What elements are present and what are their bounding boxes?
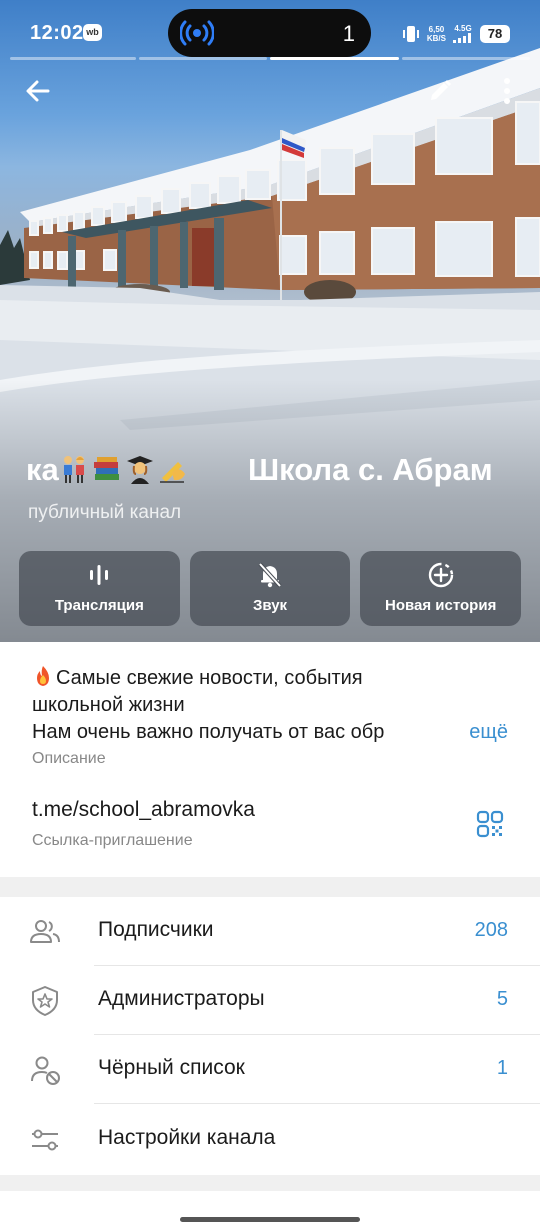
admins-count: 5 — [496, 988, 508, 1010]
channel-actions: Трансляция Звук Новая история — [19, 551, 522, 626]
subscribers-count: 208 — [474, 919, 508, 941]
channel-title-tail: ка — [26, 452, 191, 488]
live-stream-icon — [90, 565, 109, 585]
status-icons: 6,50 KB/S 4.5G 78 — [402, 22, 510, 46]
description-line-1: Самые свежие новости, события — [56, 667, 363, 689]
settings-sliders-icon — [32, 1129, 58, 1151]
channel-title-start: Школа с. Абрам — [248, 452, 493, 487]
list-item-subscribers[interactable]: Подписчики 208 — [0, 897, 540, 966]
home-indicator[interactable] — [180, 1217, 360, 1222]
description-line-3: Нам очень важно получать от вас обр — [32, 721, 385, 743]
back-button[interactable] — [16, 69, 60, 113]
blacklist-count: 1 — [496, 1057, 508, 1079]
vibrate-icon — [402, 26, 419, 42]
app-badge-icon: wb — [83, 24, 102, 41]
story-progress-segment-active — [270, 57, 399, 60]
live-stream-button[interactable]: Трансляция — [19, 551, 180, 626]
channel-profile-screen: 12:02 wb 1 6,50 KB/S 4.5G 78 ка Школа с.… — [0, 0, 540, 1230]
description-line-2: школьной жизни — [32, 694, 185, 716]
new-story-button[interactable]: Новая история — [360, 551, 522, 626]
clock: 12:02 — [30, 22, 84, 44]
sound-label: Звук — [252, 597, 288, 614]
list-item-channel-settings[interactable]: Настройки канала — [0, 1105, 540, 1174]
broadcast-icon — [180, 20, 214, 46]
text-fade — [418, 719, 454, 746]
bell-off-icon — [258, 562, 282, 588]
next-section-card — [0, 1191, 540, 1230]
description-caption: Описание — [32, 750, 106, 767]
more-vertical-icon — [504, 78, 510, 104]
writing-hand-icon — [159, 462, 185, 483]
live-stream-label: Трансляция — [54, 597, 144, 614]
channel-title: ка Школа с. Абрам — [0, 448, 540, 498]
admin-shield-icon — [32, 986, 58, 1016]
net-speed: 6,50 KB/S — [426, 25, 446, 43]
blocked-user-icon — [31, 1056, 60, 1085]
graduate-icon — [126, 456, 153, 484]
story-progress-segment — [10, 57, 136, 60]
more-menu-button[interactable] — [485, 69, 529, 113]
channel-info-card: Самые свежие новости, события школьной ж… — [0, 642, 540, 877]
books-icon — [93, 457, 119, 480]
island-count: 1 — [342, 21, 355, 46]
invite-link-caption: Ссылка-приглашение — [32, 832, 193, 849]
channel-type: публичный канал — [28, 502, 182, 523]
admins-label: Администраторы — [98, 987, 265, 1010]
network-signal: 4.5G — [453, 24, 473, 45]
subscribers-icon — [30, 920, 60, 943]
channel-settings-label: Настройки канала — [98, 1126, 276, 1149]
battery-icon: 78 — [480, 25, 510, 43]
subscribers-label: Подписчики — [98, 918, 214, 941]
invite-link[interactable]: t.me/school_abramovka — [32, 798, 255, 822]
channel-description[interactable]: Самые свежие новости, события школьной ж… — [32, 665, 512, 746]
dynamic-island[interactable]: 1 — [168, 9, 371, 57]
list-item-admins[interactable]: Администраторы 5 — [0, 966, 540, 1035]
fire-icon — [37, 666, 49, 686]
signal-icon — [453, 32, 471, 43]
show-more-link[interactable]: ещё — [465, 719, 508, 746]
story-progress-segment — [139, 57, 267, 60]
channel-header-photo[interactable]: 12:02 wb 1 6,50 KB/S 4.5G 78 ка Школа с.… — [0, 0, 540, 642]
blacklist-label: Чёрный список — [98, 1056, 245, 1079]
couple-icon — [63, 456, 84, 483]
list-item-blacklist[interactable]: Чёрный список 1 — [0, 1035, 540, 1104]
edit-button[interactable] — [418, 69, 462, 113]
new-story-icon — [428, 562, 453, 588]
new-story-label: Новая история — [385, 597, 497, 614]
pencil-icon — [431, 80, 451, 100]
sound-button[interactable]: Звук — [189, 551, 351, 626]
arrow-left-icon — [26, 80, 50, 102]
story-progress-segment — [402, 57, 530, 60]
channel-management-list: Подписчики 208 Администраторы 5 Чёрный с… — [0, 897, 540, 1175]
qr-code-icon[interactable] — [476, 810, 504, 838]
divider — [94, 1103, 540, 1104]
status-bar: 12:02 wb 1 6,50 KB/S 4.5G 78 — [0, 0, 540, 64]
